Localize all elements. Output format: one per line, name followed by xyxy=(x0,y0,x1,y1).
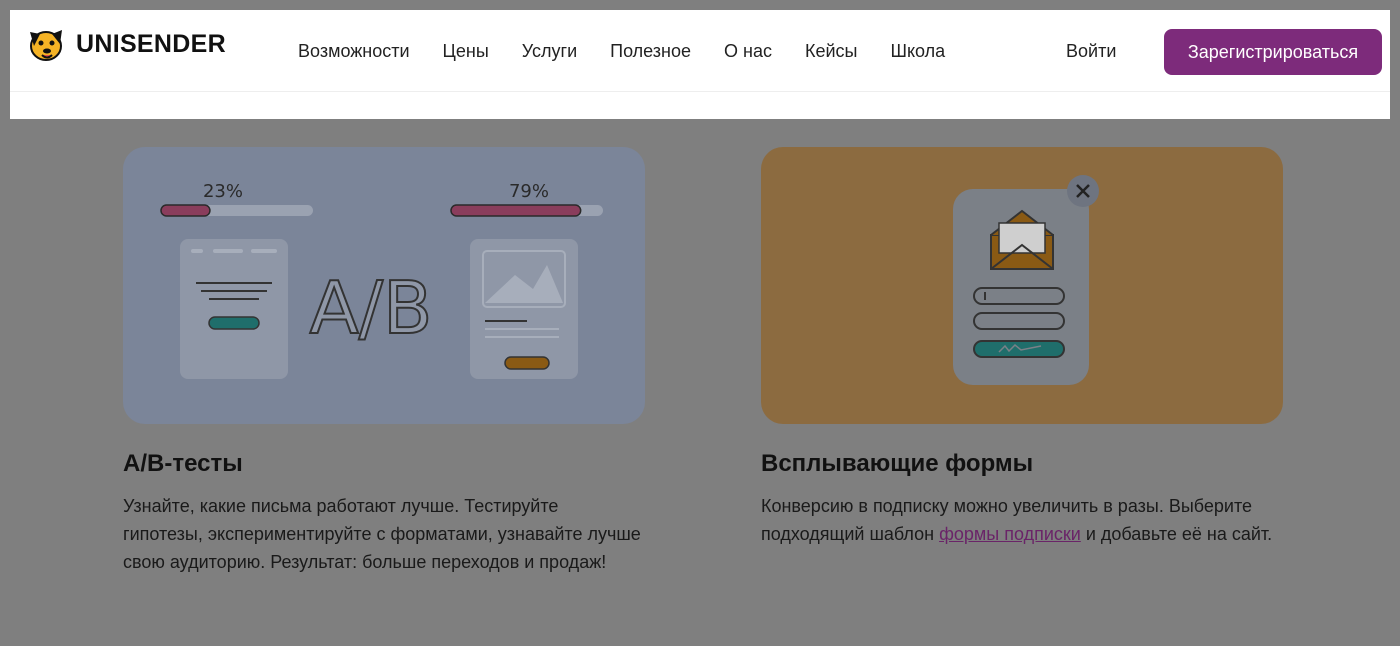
nav-item-about[interactable]: О нас xyxy=(724,41,772,62)
nav-item-features[interactable]: Возможности xyxy=(298,41,410,62)
main-nav: Возможности Цены Услуги Полезное О нас К… xyxy=(298,41,978,62)
ab-test-illustration: 23% 79% A/B xyxy=(123,147,645,424)
popup-input-1 xyxy=(973,287,1065,305)
popup-text-after: и добавьте её на сайт. xyxy=(1080,524,1273,544)
right-progress-fill xyxy=(450,204,582,217)
site-header: UNISENDER Возможности Цены Услуги Полезн… xyxy=(10,10,1390,119)
nav-item-prices[interactable]: Цены xyxy=(443,41,489,62)
subscription-form-link[interactable]: формы подписки xyxy=(939,524,1081,544)
left-mock-page xyxy=(180,239,288,379)
logo-text: UNISENDER xyxy=(76,29,226,58)
left-percent-label: 23% xyxy=(203,181,243,202)
header-divider xyxy=(10,91,1390,92)
popup-form-description: Конверсию в подписку можно увеличить в р… xyxy=(761,492,1281,548)
popup-input-2 xyxy=(973,312,1065,330)
nav-item-services[interactable]: Услуги xyxy=(522,41,577,62)
popup-form-illustration xyxy=(761,147,1283,424)
right-mock-button xyxy=(504,356,550,370)
right-percent-label: 79% xyxy=(509,181,549,202)
ab-test-title: A/B-тесты xyxy=(123,450,243,477)
left-mock-button xyxy=(208,316,260,330)
signup-button[interactable]: Зарегистрироваться xyxy=(1164,29,1382,75)
logo[interactable]: UNISENDER xyxy=(24,24,226,64)
popup-form-title: Всплывающие формы xyxy=(761,450,1034,477)
dog-mascot-icon xyxy=(30,30,62,61)
nav-item-school[interactable]: Школа xyxy=(890,41,945,62)
ab-test-description: Узнайте, какие письма работают лучше. Те… xyxy=(123,496,641,572)
login-link[interactable]: Войти xyxy=(1066,41,1116,62)
left-progress-fill xyxy=(160,204,211,217)
nav-item-cases[interactable]: Кейсы xyxy=(805,41,858,62)
nav-item-useful[interactable]: Полезное xyxy=(610,41,691,62)
ab-label: A/B xyxy=(310,266,433,350)
